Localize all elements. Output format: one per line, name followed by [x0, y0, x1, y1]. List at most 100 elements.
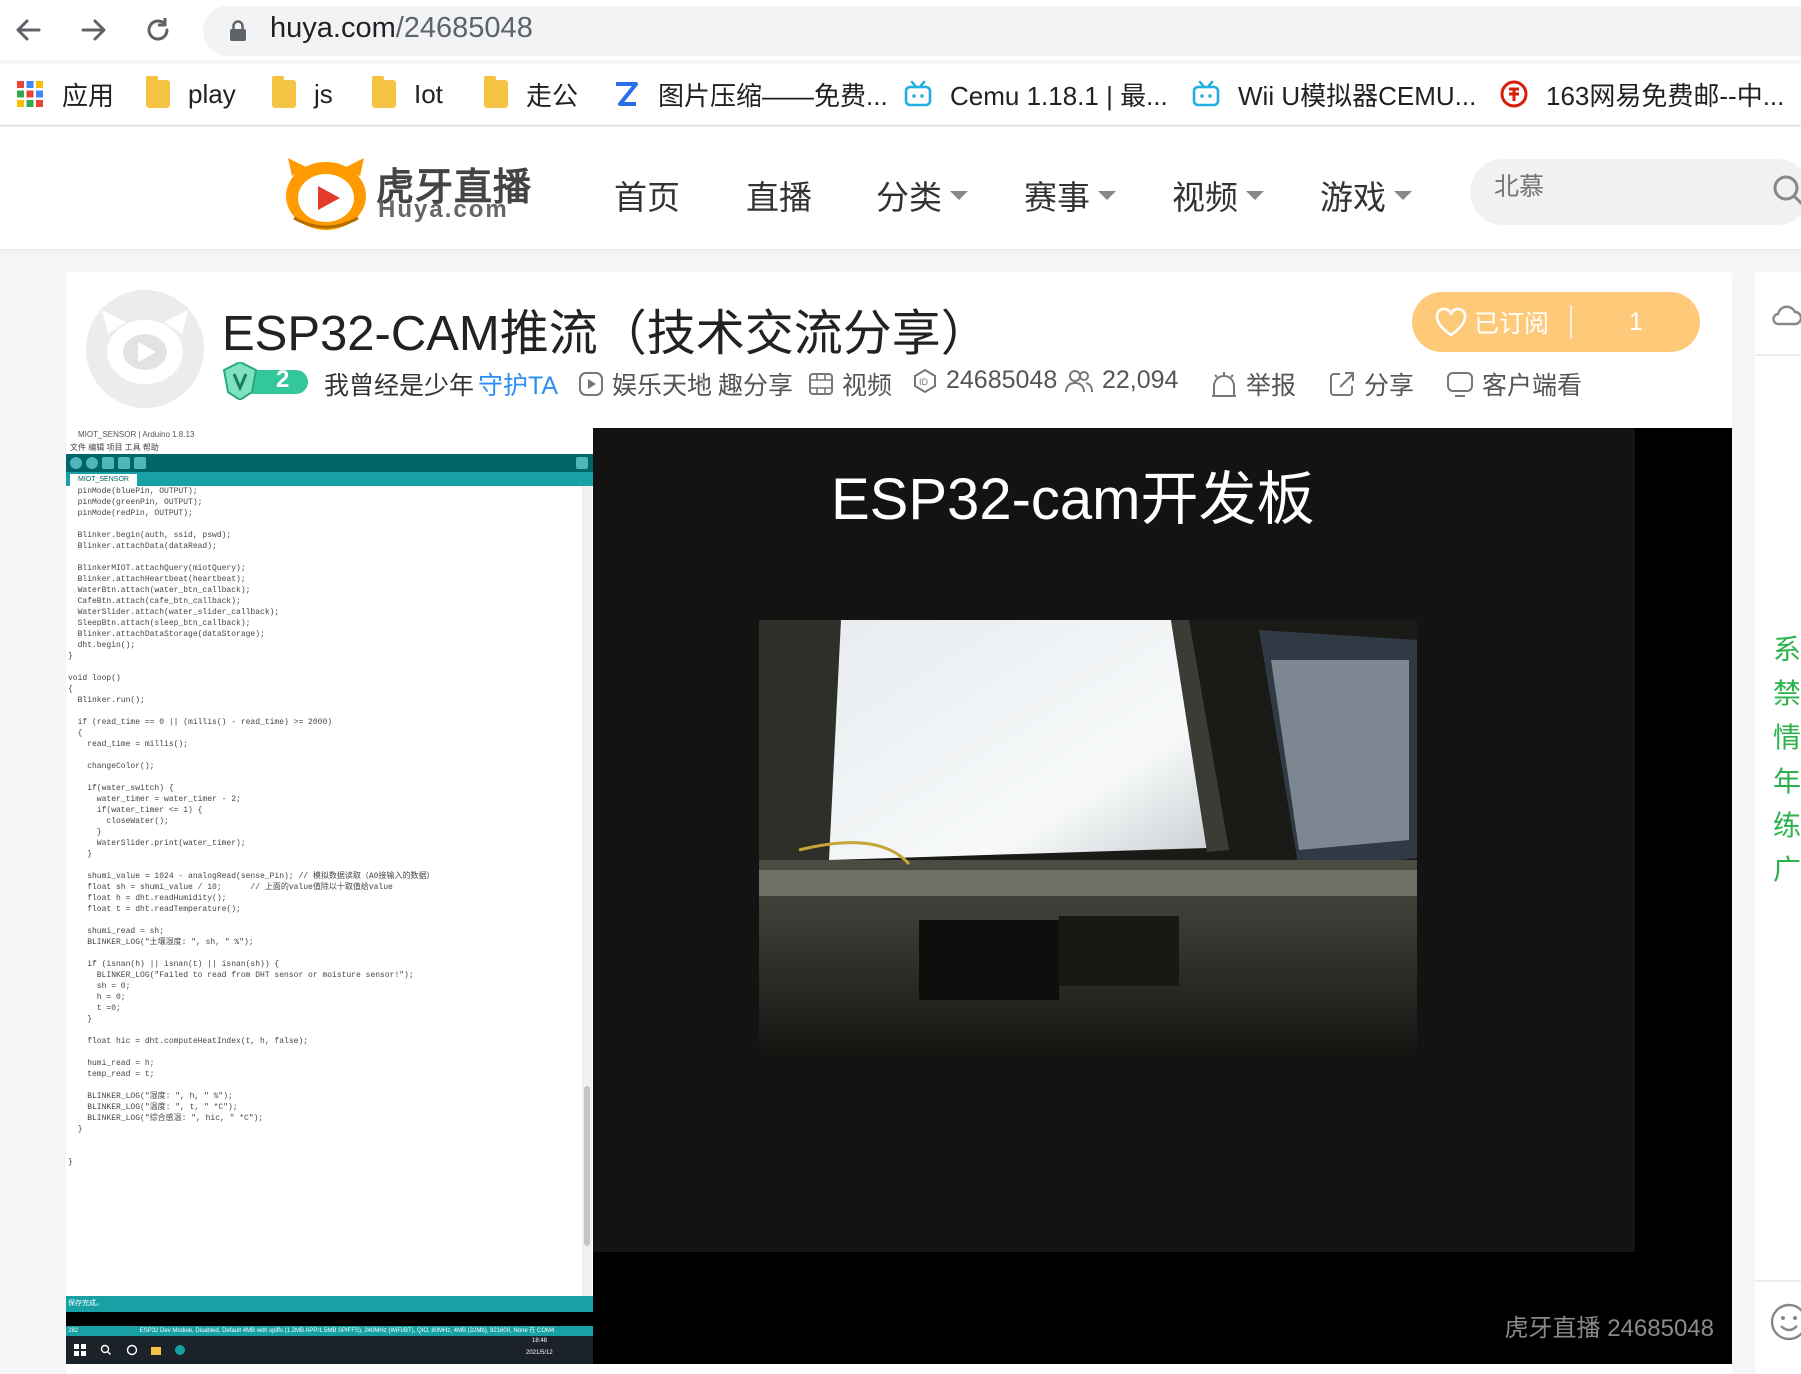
folder-icon — [146, 76, 170, 108]
code-line: Blinker.attachHeartbeat(heartbeat); — [68, 575, 246, 584]
share-button[interactable]: 分享 — [1328, 366, 1414, 402]
reload-icon — [147, 18, 169, 41]
chevron-down-icon — [1394, 190, 1412, 200]
folder-icon — [151, 1347, 161, 1355]
ide-tabbar: MIOT_SENSOR — [66, 472, 593, 486]
client-label: 客户端看 — [1482, 372, 1583, 400]
bookmark-label: 走公 — [526, 80, 579, 111]
taskbar-date: 2021/5/12 — [526, 1350, 553, 1356]
code-line: BLINKER_LOG("综合感温: ", hic, " *C"); — [68, 1114, 264, 1123]
bookmark-folder-js[interactable]: js — [272, 76, 333, 112]
avatar[interactable] — [86, 290, 204, 408]
bookmark-label: Iot — [414, 78, 443, 109]
subcategory-link[interactable]: 趣分享 — [718, 366, 793, 402]
save-icon — [134, 457, 146, 469]
level-badge-icon — [222, 362, 308, 400]
svg-text:ID: ID — [919, 377, 929, 387]
room-card: ESP32-CAM推流（技术交流分享） 2 我曾经是少年 守护TA 娱乐天地 ›… — [66, 272, 1732, 1374]
bookmark-label: 应用 — [62, 80, 115, 111]
side-notice-char: 禁 — [1773, 678, 1801, 709]
emoji-icon[interactable] — [1769, 1302, 1801, 1342]
streamer-name[interactable]: 我曾经是少年 — [324, 366, 474, 402]
subscribe-label: 已订阅 — [1474, 310, 1550, 338]
task-view-icon — [126, 1344, 138, 1356]
nav-label: 赛事 — [1024, 179, 1090, 216]
code-line: BLINKER_LOG("土壤湿度: ", sh, " %"); — [68, 938, 254, 947]
side-notice-char: 广 — [1773, 854, 1801, 885]
nav-games[interactable]: 游戏 — [1320, 171, 1412, 219]
side-divider — [1755, 354, 1801, 356]
search-input[interactable] — [1494, 173, 1734, 202]
ide-board-info: 282 ESP32 Dev Module, Disabled, Default … — [66, 1326, 593, 1336]
share-icon — [1330, 372, 1354, 396]
windows-start-icon — [74, 1344, 86, 1356]
code-line: float sh = shumi_value / 10; // 上面的value… — [68, 883, 393, 892]
client-button[interactable]: 客户端看 — [1446, 366, 1582, 402]
code-line: } — [68, 828, 102, 837]
code-line: WaterBtn.attach(water_btn_callback); — [68, 586, 251, 595]
code-line: pinMode(bluePin, OUTPUT); — [68, 487, 198, 496]
huya-logo[interactable]: 虎牙直播 Huya.com — [284, 152, 534, 232]
nav-label: 游戏 — [1320, 179, 1386, 216]
huya-default-avatar-icon — [86, 290, 204, 408]
nav-home[interactable]: 首页 — [614, 171, 680, 219]
ide-code-editor: pinMode(bluePin, OUTPUT); pinMode(greenP… — [68, 486, 582, 1296]
bilibili-icon — [1192, 80, 1220, 107]
ide-scroll-thumb — [584, 1086, 590, 1246]
nav-category[interactable]: 分类 — [876, 171, 968, 219]
cloud-icon[interactable] — [1769, 300, 1801, 330]
back-button[interactable] — [8, 10, 48, 50]
guard-link[interactable]: 守护TA — [478, 366, 558, 402]
bilibili-icon — [904, 80, 932, 107]
nav-video[interactable]: 视频 — [1172, 171, 1264, 219]
report-button[interactable]: 举报 — [1210, 366, 1296, 402]
report-icon — [1212, 372, 1236, 397]
zip-icon — [616, 82, 638, 106]
bookmark-folder-play[interactable]: play — [146, 76, 236, 112]
nav-live[interactable]: 直播 — [746, 171, 812, 219]
heart-icon — [1435, 307, 1467, 337]
code-line: WaterSlider.attach(water_slider_callback… — [68, 608, 280, 617]
code-line: } — [68, 1015, 93, 1024]
id-icon: ID — [914, 368, 936, 393]
forward-button[interactable] — [74, 10, 114, 50]
monitor-icon — [1447, 372, 1473, 397]
fan-level-badge[interactable]: 2 — [222, 362, 310, 400]
video-player[interactable]: MIOT_SENSOR | Arduino 1.8.13 文件 编辑 项目 工具… — [66, 428, 1732, 1364]
category-label: 娱乐天地 — [612, 372, 713, 400]
folder-icon — [272, 76, 296, 108]
code-line: pinMode(redPin, OUTPUT); — [68, 509, 193, 518]
bookmark-folder-iot[interactable]: Iot — [372, 76, 443, 112]
code-line: Blinker.attachData(dataRead); — [68, 542, 217, 551]
code-line: BLINKER_LOG("温度: ", t, " *C"); — [68, 1103, 238, 1112]
search-icon[interactable] — [1772, 174, 1801, 208]
category-link[interactable]: 娱乐天地 — [578, 366, 712, 402]
code-line: closeWater(); — [68, 817, 169, 826]
bookmark-wiiu[interactable]: Wii U模拟器CEMU... — [1192, 76, 1476, 112]
verify-icon — [70, 457, 82, 469]
browser-toolbar: huya.com/24685048 — [0, 0, 1801, 60]
reload-button[interactable] — [138, 10, 178, 50]
bookmark-folder-zougong[interactable]: 走公 — [484, 76, 578, 112]
nav-events[interactable]: 赛事 — [1024, 171, 1116, 219]
side-notice-char: 系 — [1773, 634, 1801, 665]
bookmark-163-mail[interactable]: 163网易免费邮--中... — [1500, 76, 1784, 112]
slide: ESP32-cam开发板 — [593, 428, 1635, 1252]
bookmark-cemu[interactable]: Cemu 1.18.1 | 最... — [904, 76, 1168, 112]
bookmark-apps[interactable]: 应用 — [16, 76, 114, 112]
bookmark-image-compress[interactable]: 图片压缩——免费... — [612, 76, 888, 112]
search-icon — [100, 1344, 111, 1355]
code-line: } — [68, 1158, 73, 1167]
code-line: } — [68, 1125, 83, 1134]
video-link[interactable]: 视频 — [808, 366, 892, 402]
subscribe-button[interactable]: 已订阅 1 — [1412, 292, 1700, 352]
site-header: 虎牙直播 Huya.com 首页 直播 分类 赛事 视频 游戏 — [0, 127, 1801, 249]
arduino-ide-capture: MIOT_SENSOR | Arduino 1.8.13 文件 编辑 项目 工具… — [66, 428, 593, 1364]
viewer-count: 22,094 — [1064, 366, 1178, 395]
